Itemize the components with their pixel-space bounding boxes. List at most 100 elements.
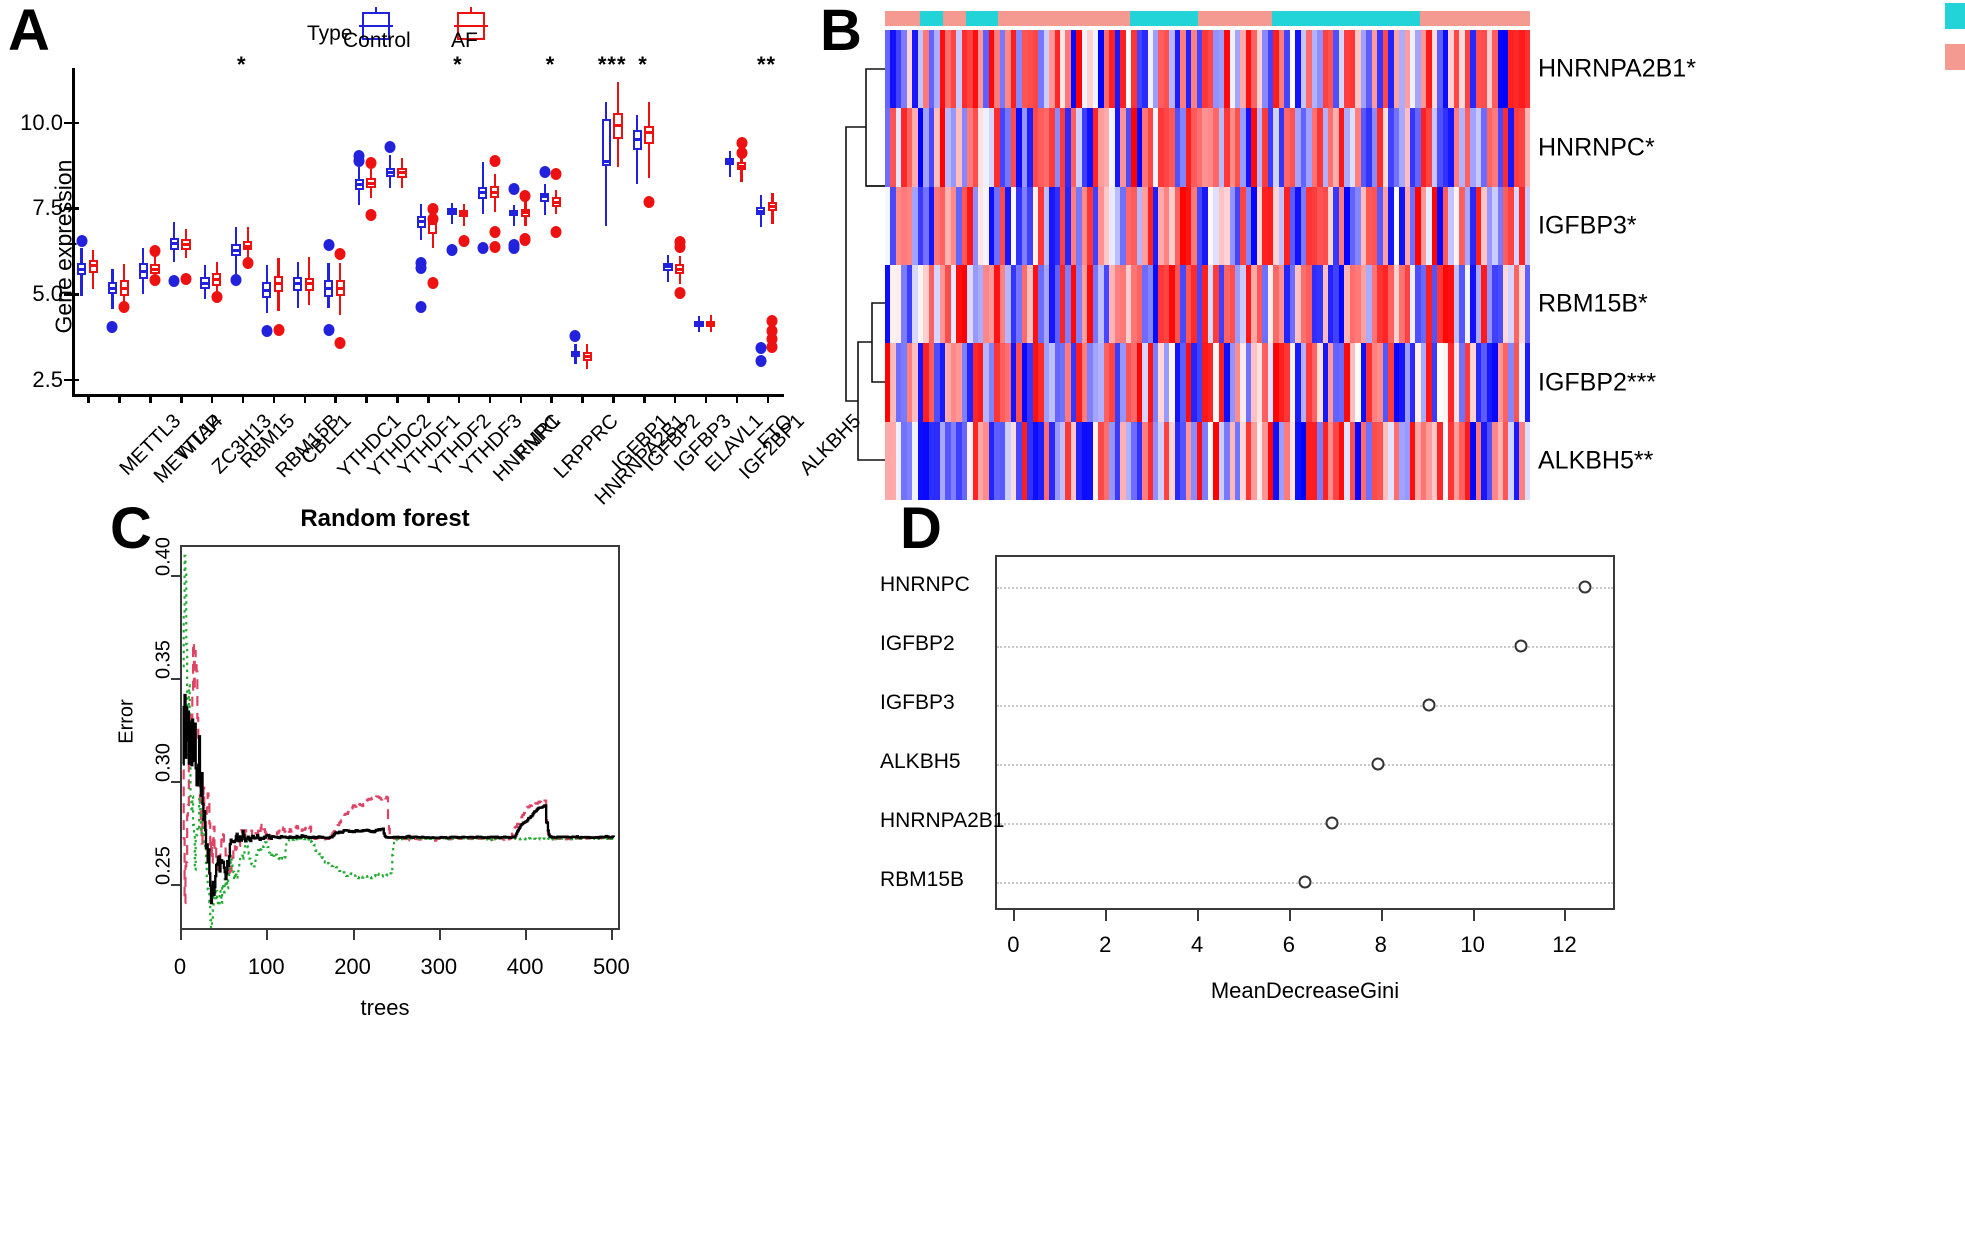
panel-a-x-tick-mark [488, 394, 492, 403]
heatmap-cell [1524, 343, 1531, 422]
panel-d-data-point [1325, 816, 1339, 830]
panel-d-x-tick-label: 4 [1190, 932, 1204, 957]
panel-a-significance-marker: *** [597, 52, 627, 77]
panel-c-curves [182, 554, 615, 937]
heatmap-row-label: HNRNPA2B1* [1538, 54, 1696, 83]
boxplot-outlier-point [242, 257, 254, 270]
boxplot-outlier-point [766, 341, 778, 354]
boxplot-median [489, 190, 500, 194]
boxplot-median [262, 289, 272, 293]
heatmap-row-label: IGFBP2*** [1538, 368, 1657, 396]
panel-a-y-tick: 2.5 [0, 367, 79, 393]
boxplot-outlier-point [273, 324, 285, 337]
boxplot-median [539, 194, 550, 198]
boxplot-median [478, 190, 488, 194]
boxplot-whisker [636, 115, 639, 185]
boxplot-median [613, 124, 623, 128]
panel-d-gridline [997, 704, 1613, 707]
boxplot-median [644, 130, 654, 134]
panel-a-x-tick-mark [457, 394, 461, 403]
panel-a-y-tick: 7.5 [0, 195, 79, 221]
heatmap-cell [1524, 264, 1531, 344]
panel-d-category-label: RBM15B [880, 868, 965, 892]
boxplot-outlier-point [211, 290, 223, 303]
panel-a-x-tick-mark [427, 394, 430, 403]
boxplot-outlier-point [149, 245, 161, 258]
boxplot-median [231, 248, 241, 252]
panel-a-x-tick-mark [241, 394, 245, 403]
panel-d-x-tick-label: 12 [1552, 932, 1577, 957]
panel-c-y-tick-mark [171, 780, 180, 783]
panel-c-x-tick-label: 0 [173, 954, 187, 979]
panel-d-x-tick-mark [1288, 910, 1291, 921]
boxplot-median [416, 219, 426, 223]
boxplot-outlier-point [643, 196, 655, 209]
boxplot-outlier-point [261, 325, 273, 338]
boxplot-median [675, 267, 685, 271]
boxplot-median [150, 267, 160, 271]
boxplot-median [107, 287, 118, 291]
boxplot-median [756, 209, 766, 213]
panel-a-letter: A [8, 0, 50, 63]
panel-b-heatmap [885, 30, 1531, 500]
panel-a-x-tick-mark [735, 394, 739, 403]
boxplot-outlier-point [118, 301, 130, 314]
panel-d-x-tick-label: 8 [1374, 932, 1387, 957]
boxplot-outlier-point [353, 155, 365, 168]
panel-c-x-tick-label: 500 [593, 954, 630, 979]
panel-d-x-tick-label: 0 [1007, 932, 1020, 957]
boxplot-outlier-point [674, 240, 686, 253]
panel-d-data-point [1578, 580, 1592, 594]
panel-c-x-tick-label: 400 [506, 954, 544, 979]
boxplot-outlier-point [508, 241, 520, 254]
panel-c-series-control [182, 641, 615, 905]
panel-a-x-tick-mark [519, 394, 523, 403]
panel-a-x-tick-mark [643, 394, 646, 403]
boxplot-median [551, 200, 561, 204]
panel-d-x-tick-label: 10 [1460, 932, 1485, 957]
heatmap-row [885, 264, 1531, 344]
panel-b-legend: Control AF [1945, 2, 1965, 84]
boxplot-outlier-point [674, 287, 686, 300]
heatmap-row [885, 421, 1531, 500]
boxplot-outlier-point [458, 234, 470, 247]
panel-c-x-tick-mark [352, 930, 355, 940]
boxplot-outlier-point [550, 225, 562, 238]
boxplot-outlier-point [539, 166, 551, 179]
boxplot-median [366, 182, 376, 186]
boxplot-outlier-point [230, 274, 242, 287]
heatmap-row [885, 343, 1531, 422]
boxplot-median [694, 322, 704, 326]
heatmap-column-annotation-segment [1130, 11, 1198, 26]
panel-d-data-point [1371, 757, 1385, 771]
panel-d-category-label: ALKBH5 [880, 750, 961, 774]
panel-a-x-tick-mark [550, 394, 553, 403]
panel-a-x-tick-mark [149, 394, 152, 403]
panel-b-legend-swatch [1945, 3, 1965, 29]
boxplot-outlier-point [334, 336, 346, 349]
panel-a-legend: Type Control AF [307, 4, 567, 52]
panel-a-significance-marker: * [545, 52, 556, 77]
legend-label-control: Control [343, 29, 411, 52]
panel-b-column-annotation-bar [885, 11, 1530, 26]
panel-d-data-point [1298, 875, 1312, 889]
panel-d-data-point [1422, 698, 1436, 712]
panel-d-x-tick-mark [1380, 910, 1383, 921]
panel-d-gridline [997, 586, 1613, 589]
heatmap-column-annotation-segment [885, 11, 921, 26]
heatmap-column-annotation-segment [965, 11, 998, 26]
panel-c-x-tick-mark [611, 930, 614, 940]
panel-d-x-tick-mark [1105, 910, 1108, 921]
panel-c-title: Random forest [300, 505, 470, 532]
boxplot-median [169, 242, 179, 246]
boxplot-median [736, 165, 747, 169]
boxplot-median [520, 211, 531, 215]
boxplot-outlier-point [519, 233, 531, 246]
panel-a-significance-marker: * [638, 52, 648, 77]
boxplot-median [582, 354, 592, 358]
panel-a-y-tick-mark [64, 378, 72, 382]
panel-a-significance-marker: ** [757, 52, 777, 77]
panel-d-x-tick-label: 2 [1099, 932, 1112, 957]
boxplot-median [138, 270, 148, 274]
boxplot-median [767, 205, 778, 209]
